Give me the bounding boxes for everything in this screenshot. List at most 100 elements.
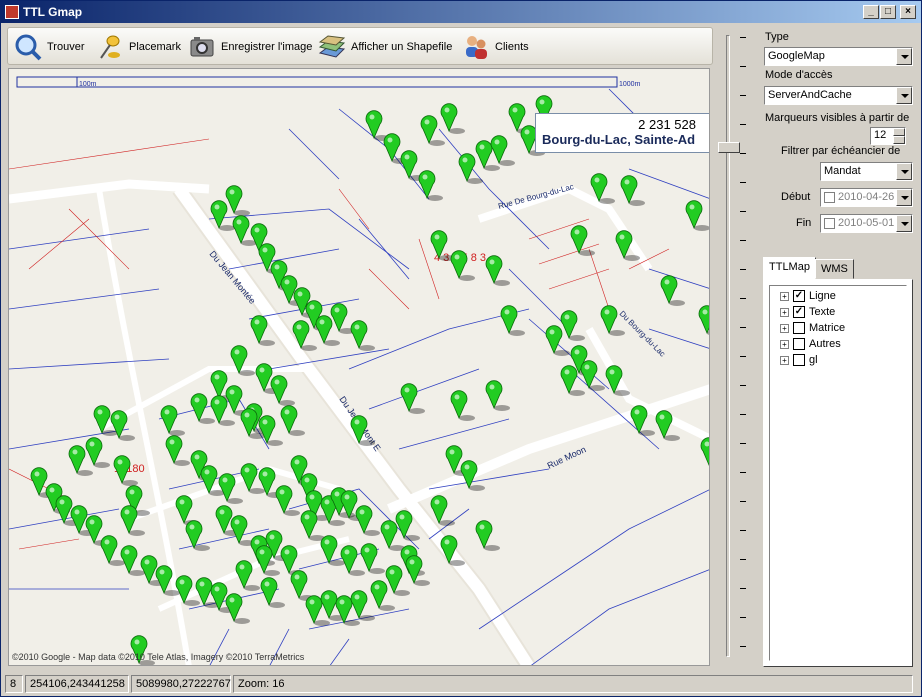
placemark-label: Placemark [129, 41, 181, 53]
map-marker-icon[interactable] [275, 485, 300, 516]
zoom-slider-track [726, 35, 730, 657]
map-marker-icon[interactable] [500, 305, 525, 336]
tree-item-matrice[interactable]: + Matrice [780, 320, 845, 336]
layer-tree: + ✓ Ligne + ✓ Texte + Matrice + Autres + gl [769, 285, 907, 661]
maximize-button[interactable]: □ [880, 5, 896, 19]
enregistrer-image-label: Enregistrer l'image [221, 41, 313, 53]
map-marker-icon[interactable] [385, 565, 410, 596]
map-marker-icon[interactable] [440, 103, 465, 134]
tree-checkbox[interactable] [793, 354, 805, 366]
chevron-down-icon[interactable] [896, 87, 912, 104]
map-marker-icon[interactable] [450, 390, 475, 421]
map-marker-icon[interactable] [485, 380, 510, 411]
marker-info-tooltip: 2 231 528 Bourg-du-Lac, Sainte-Ad [535, 113, 709, 153]
expand-icon[interactable]: + [780, 355, 789, 365]
app-icon [5, 5, 19, 19]
map-marker-icon[interactable] [405, 555, 430, 586]
clients-button[interactable]: Clients [462, 32, 529, 62]
enregistrer-image-button[interactable]: Enregistrer l'image [188, 32, 312, 62]
map-marker-icon[interactable] [418, 170, 443, 201]
chevron-down-icon[interactable] [896, 163, 912, 180]
zoom-slider-thumb[interactable] [718, 142, 740, 153]
expand-icon[interactable]: + [780, 291, 789, 301]
type-select[interactable]: GoogleMap [764, 47, 913, 66]
chevron-down-icon[interactable] [896, 215, 912, 232]
tree-checkbox[interactable] [793, 322, 805, 334]
minimize-button[interactable]: _ [863, 5, 879, 19]
map-marker-icon[interactable] [225, 593, 250, 624]
close-button[interactable]: × [900, 5, 916, 19]
chevron-down-icon[interactable] [896, 189, 912, 206]
map-marker-icon[interactable] [700, 437, 710, 468]
expand-icon[interactable]: + [780, 323, 789, 333]
trouver-button[interactable]: Trouver [14, 32, 85, 62]
start-date-checkbox[interactable] [824, 191, 835, 203]
tab-ttlmap[interactable]: TTLMap [763, 257, 816, 279]
map-marker-icon[interactable] [400, 383, 425, 414]
map-marker-icon[interactable] [660, 275, 685, 306]
camera-icon [188, 33, 216, 61]
tree-item-gl[interactable]: + gl [780, 352, 818, 368]
map-marker-icon[interactable] [85, 437, 110, 468]
map-canvas[interactable]: 100m 1000m Du Jean Montée Rue Moon Rue D… [9, 69, 710, 666]
status-coords-1: 254106,243441258 [25, 675, 129, 693]
expand-icon[interactable]: + [780, 307, 789, 317]
map-marker-icon[interactable] [580, 360, 605, 391]
map-marker-icon[interactable] [605, 365, 630, 396]
map-marker-icon[interactable] [420, 115, 445, 146]
markers-visible-spinner[interactable]: 12 [870, 127, 906, 145]
map-marker-icon[interactable] [350, 590, 375, 621]
map-marker-icon[interactable] [110, 410, 135, 441]
map-marker-icon[interactable] [165, 435, 190, 466]
scale-label-left: 100m [79, 81, 97, 88]
start-date-picker[interactable]: 2010-04-26 [820, 188, 913, 207]
tree-item-label: Autres [809, 338, 841, 350]
map-marker-icon[interactable] [698, 305, 710, 336]
map-marker-icon[interactable] [620, 175, 645, 206]
afficher-shapefile-button[interactable]: Afficher un Shapefile [318, 32, 452, 62]
map-marker-icon[interactable] [360, 543, 385, 574]
map-marker-icon[interactable] [350, 320, 375, 351]
tree-item-ligne[interactable]: + ✓ Ligne [780, 288, 836, 304]
chevron-down-icon[interactable] [896, 48, 912, 65]
map-marker-icon[interactable] [490, 135, 515, 166]
tree-item-label: Ligne [809, 290, 836, 302]
end-date-picker[interactable]: 2010-05-01 [820, 214, 913, 233]
map-marker-icon[interactable] [485, 255, 510, 286]
tree-item-autres[interactable]: + Autres [780, 336, 841, 352]
end-date-checkbox[interactable] [824, 217, 835, 229]
map-marker-icon[interactable] [560, 310, 585, 341]
map-marker-icon[interactable] [258, 415, 283, 446]
map-marker-icon[interactable] [440, 535, 465, 566]
access-mode-select[interactable]: ServerAndCache [764, 86, 913, 105]
filter-select-value: Mandat [824, 165, 861, 177]
map-marker-icon[interactable] [280, 405, 305, 436]
map-marker-icon[interactable] [685, 200, 710, 231]
map-marker-icon[interactable] [355, 505, 380, 536]
title-bar[interactable]: TTL Gmap _ □ × [1, 1, 921, 23]
map-marker-icon[interactable] [475, 520, 500, 551]
spin-up-button[interactable] [893, 128, 905, 136]
street-label: Rue De Bourg-du-Lac [497, 182, 575, 211]
map-marker-icon[interactable] [270, 375, 295, 406]
tree-checkbox[interactable]: ✓ [793, 306, 805, 318]
status-zoom: Zoom: 16 [233, 675, 913, 693]
tab-wms[interactable]: WMS [815, 259, 854, 279]
status-count: 8 [5, 675, 23, 693]
placemark-button[interactable]: Placemark [96, 32, 181, 62]
tree-checkbox[interactable]: ✓ [793, 290, 805, 302]
map-marker-icon[interactable] [225, 185, 250, 216]
spin-down-button[interactable] [893, 136, 905, 144]
map-marker-icon[interactable] [570, 225, 595, 256]
map-marker-icon[interactable] [160, 405, 185, 436]
tree-checkbox[interactable] [793, 338, 805, 350]
filter-select[interactable]: Mandat [820, 162, 913, 181]
map-marker-icon[interactable] [190, 393, 215, 424]
tree-item-texte[interactable]: + ✓ Texte [780, 304, 835, 320]
map-marker-icon[interactable] [260, 577, 285, 608]
zoom-slider[interactable] [716, 29, 754, 665]
map-view[interactable]: 100m 1000m Du Jean Montée Rue Moon Rue D… [8, 68, 710, 666]
zoom-tick [740, 588, 746, 589]
info-line2: Bourg-du-Lac, Sainte-Ad [542, 132, 696, 147]
expand-icon[interactable]: + [780, 339, 789, 349]
